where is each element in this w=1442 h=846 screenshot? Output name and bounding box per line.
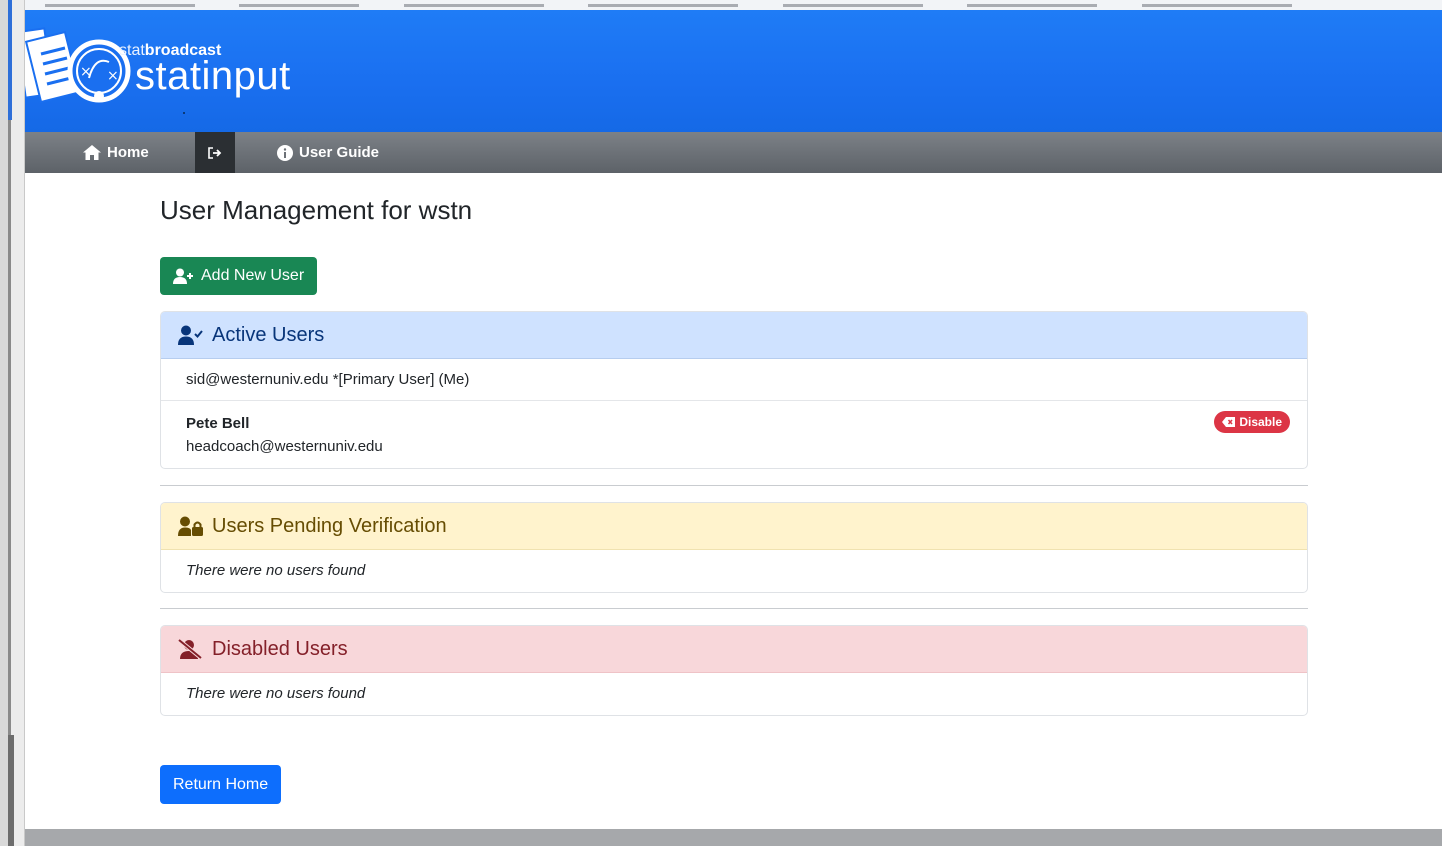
pending-users-header: Users Pending Verification — [161, 503, 1307, 550]
logo[interactable]: × × statbroadcast statinput — [25, 20, 355, 120]
nav-user-guide-label: User Guide — [299, 144, 380, 161]
disabled-users-empty: There were no users found — [186, 685, 366, 702]
nav-user-guide[interactable]: User Guide — [277, 132, 379, 173]
active-users-header: Active Users — [161, 312, 1307, 359]
sign-out-icon — [208, 146, 222, 159]
main-nav: Home User Guide — [25, 132, 1442, 173]
bookmarks-bar — [25, 0, 1442, 10]
window-edge — [0, 0, 25, 846]
header-dot — [183, 112, 185, 114]
disabled-users-title: Disabled Users — [212, 637, 348, 660]
user-slash-icon — [178, 639, 203, 659]
section-divider — [160, 485, 1308, 486]
pending-users-card: Users Pending Verification There were no… — [160, 502, 1308, 593]
disable-user-label: Disable — [1239, 415, 1282, 429]
user-plus-icon — [173, 268, 193, 284]
svg-text:×: × — [107, 68, 119, 84]
primary-user-row: sid@westernuniv.edu *[Primary User] (Me) — [161, 359, 1307, 401]
user-row: Pete Bell headcoach@westernuniv.edu Disa… — [161, 401, 1307, 467]
active-users-card: Active Users sid@westernuniv.edu *[Prima… — [160, 311, 1308, 469]
statinput-logo-icon: × × — [25, 27, 131, 104]
active-users-title: Active Users — [212, 323, 325, 346]
user-name: Pete Bell — [186, 415, 250, 432]
section-divider — [160, 608, 1308, 609]
pending-users-title: Users Pending Verification — [212, 514, 447, 537]
nav-home[interactable]: Home — [83, 132, 149, 173]
disabled-users-card: Disabled Users There were no users found — [160, 625, 1308, 716]
info-icon — [277, 144, 293, 161]
disabled-users-header: Disabled Users — [161, 626, 1307, 673]
window-edge-accent — [8, 0, 12, 120]
user-check-icon — [178, 325, 203, 345]
add-new-user-button[interactable]: Add New User — [160, 257, 318, 295]
window-edge-shadow — [8, 735, 14, 846]
site-header: × × statbroadcast statinput — [25, 10, 1442, 132]
nav-home-label: Home — [107, 144, 149, 161]
user-lock-icon — [178, 516, 203, 536]
user-email: headcoach@westernuniv.edu — [186, 438, 383, 455]
pending-users-empty: There were no users found — [186, 562, 366, 579]
backspace-icon — [1222, 417, 1236, 427]
return-home-button[interactable]: Return Home — [160, 765, 282, 804]
nav-logout[interactable] — [195, 132, 235, 173]
home-icon — [83, 145, 101, 160]
page-title: User Management for wstn — [160, 195, 473, 225]
brand-name: statinput — [135, 54, 291, 98]
add-new-user-label: Add New User — [201, 267, 305, 284]
footer-bar — [25, 829, 1442, 846]
disable-user-button[interactable]: Disable — [1214, 411, 1290, 433]
